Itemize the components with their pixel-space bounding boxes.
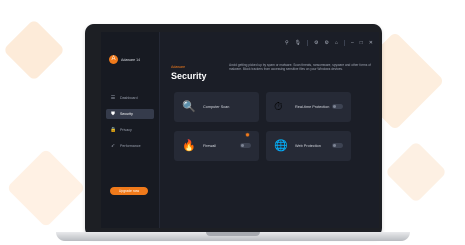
sidebar-item-dashboard[interactable]: ☰ Dashboard: [106, 93, 154, 103]
brand: A Adaware 14: [109, 55, 140, 64]
home-icon[interactable]: ⌂: [335, 40, 338, 46]
titlebar: ⚲ 🎙 ⚙ ⚙ ⌂ – □ ✕: [285, 40, 373, 46]
close-icon[interactable]: ✕: [369, 40, 373, 46]
firewall-icon: 🔥: [182, 140, 196, 152]
scan-icon: 🔍: [182, 101, 196, 113]
globe-icon: 🌐: [274, 140, 288, 152]
premium-badge-icon: ✹: [244, 133, 250, 139]
firewall-card[interactable]: ✹ 🔥 Firewall: [174, 131, 259, 161]
titlebar-divider: [306, 40, 308, 46]
microphone-icon[interactable]: 🎙: [295, 40, 301, 46]
rocket-icon: ➶: [110, 143, 116, 149]
titlebar-divider: [343, 40, 345, 46]
laptop-notch: [206, 232, 260, 236]
realtime-protection-toggle[interactable]: [332, 104, 343, 109]
card-label: Firewall: [203, 144, 217, 148]
adaware-logo-icon: A: [109, 55, 118, 64]
card-label: Real-time Protection: [295, 105, 330, 109]
sidebar-item-performance[interactable]: ➶ Performance: [106, 141, 154, 151]
minimize-icon[interactable]: –: [351, 40, 354, 46]
background-shape: [6, 148, 86, 228]
web-protection-card[interactable]: 🌐 Web Protection: [266, 131, 351, 161]
card-label: Computer Scan: [203, 105, 230, 109]
lock-icon: 🔒: [110, 127, 117, 133]
sidebar-item-security[interactable]: ⛊ Security: [106, 109, 154, 119]
sidebar-nav: ☰ Dashboard ⛊ Security 🔒 Privacy ➶ Perfo…: [106, 93, 154, 157]
dashboard-icon: ☰: [110, 95, 116, 101]
firewall-toggle[interactable]: [240, 143, 251, 148]
header-brand: Adaware: [171, 65, 186, 69]
search-icon[interactable]: ⚲: [285, 40, 289, 46]
app-window: A Adaware 14 ☰ Dashboard ⛊ Security 🔒 Pr…: [101, 32, 379, 228]
background-shape: [2, 18, 66, 82]
clock-icon: ⏱: [274, 101, 283, 113]
settings-icon[interactable]: ⚙: [324, 40, 328, 46]
page-title: Security: [171, 71, 207, 81]
sidebar-item-privacy[interactable]: 🔒 Privacy: [106, 125, 154, 135]
gear-icon[interactable]: ⚙: [314, 40, 318, 46]
sidebar: A Adaware 14 ☰ Dashboard ⛊ Security 🔒 Pr…: [101, 32, 160, 228]
upgrade-button[interactable]: Upgrade now: [110, 187, 148, 195]
shield-icon: ⛊: [111, 111, 115, 117]
page-description: Avoid getting picked up by spam or malwa…: [229, 63, 371, 72]
sidebar-item-label: Dashboard: [120, 96, 138, 100]
sidebar-item-label: Privacy: [120, 128, 132, 132]
computer-scan-card[interactable]: 🔍 Computer Scan: [174, 92, 259, 122]
sidebar-item-label: Performance: [120, 144, 141, 148]
web-protection-toggle[interactable]: [332, 143, 343, 148]
realtime-protection-card[interactable]: ⏱ Real-time Protection: [266, 92, 351, 122]
page-header: Adaware Security: [171, 65, 207, 81]
sidebar-item-label: Security: [120, 112, 133, 116]
maximize-icon[interactable]: □: [360, 40, 363, 46]
brand-name: Adaware 14: [121, 57, 141, 62]
background-shape: [384, 140, 448, 204]
card-label: Web Protection: [295, 144, 321, 148]
